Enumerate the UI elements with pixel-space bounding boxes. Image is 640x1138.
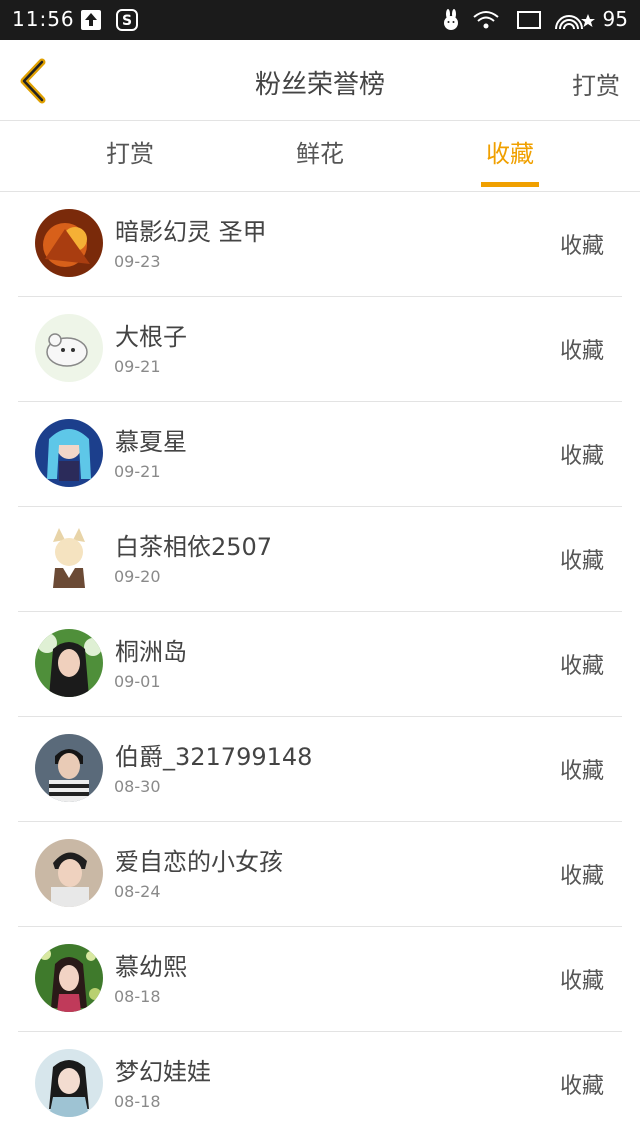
reward-button[interactable]: 打赏 — [572, 66, 620, 101]
tab-favorites[interactable]: 收藏 — [450, 121, 570, 191]
status-bar: 11:56 S 95 — [0, 0, 640, 40]
fan-name: 慕幼熙 — [115, 953, 187, 981]
active-tab-indicator — [481, 182, 539, 187]
fan-date: 09-01 — [114, 672, 161, 691]
list-item[interactable]: 暗影幻灵 圣甲 09-23 收藏 — [0, 192, 640, 297]
svg-text:S: S — [122, 13, 132, 29]
fan-date: 09-21 — [114, 357, 161, 376]
list-item[interactable]: 爱自恋的小女孩 08-24 收藏 — [0, 822, 640, 927]
avatar — [35, 314, 103, 382]
wifi-icon — [472, 9, 500, 31]
list-item[interactable]: 慕幼熙 08-18 收藏 — [0, 927, 640, 1032]
fan-name: 慕夏星 — [115, 428, 187, 456]
avatar — [35, 944, 103, 1012]
fan-name: 梦幻娃娃 — [115, 1058, 211, 1086]
fan-name: 爱自恋的小女孩 — [115, 848, 283, 876]
list-item[interactable]: 梦幻娃娃 08-18 收藏 — [0, 1032, 640, 1137]
favorite-label: 收藏 — [559, 234, 604, 259]
avatar — [35, 524, 103, 592]
tab-flowers[interactable]: 鲜花 — [260, 121, 380, 191]
tab-label: 打赏 — [106, 140, 154, 168]
fan-name: 桐洲岛 — [115, 638, 187, 666]
rabbit-icon — [440, 9, 462, 31]
avatar — [35, 839, 103, 907]
star-icon — [580, 9, 596, 31]
avatar — [35, 419, 103, 487]
favorite-label: 收藏 — [559, 969, 604, 994]
avatar — [35, 1049, 103, 1117]
tab-reward[interactable]: 打赏 — [70, 121, 190, 191]
tab-label: 收藏 — [486, 140, 534, 168]
tab-bar: 打赏 鲜花 收藏 — [0, 121, 640, 192]
fan-list: 暗影幻灵 圣甲 09-23 收藏 大根子 09-21 收藏 慕夏星 09-21 … — [0, 192, 640, 1137]
tab-label: 鲜花 — [296, 140, 344, 168]
favorite-label: 收藏 — [559, 654, 604, 679]
fan-name: 伯爵_321799148 — [115, 743, 313, 771]
avatar — [35, 629, 103, 697]
list-item[interactable]: 桐洲岛 09-01 收藏 — [0, 612, 640, 717]
avatar — [35, 209, 103, 277]
fan-date: 09-21 — [114, 462, 161, 481]
header: 粉丝荣誉榜 打赏 — [0, 40, 640, 121]
fan-name: 暗影幻灵 圣甲 — [115, 218, 267, 246]
fan-date: 08-30 — [114, 777, 161, 796]
favorite-label: 收藏 — [559, 444, 604, 469]
fan-date: 09-20 — [114, 567, 161, 586]
favorite-label: 收藏 — [559, 759, 604, 784]
favorite-label: 收藏 — [559, 549, 604, 574]
list-item[interactable]: 白茶相依2507 09-20 收藏 — [0, 507, 640, 612]
screen-icon — [516, 9, 542, 31]
list-item[interactable]: 伯爵_321799148 08-30 收藏 — [0, 717, 640, 822]
fan-date: 08-18 — [114, 987, 161, 1006]
status-time: 11:56 — [12, 7, 75, 31]
page-title: 粉丝荣誉榜 — [254, 70, 385, 100]
fan-name: 大根子 — [115, 323, 187, 351]
favorite-label: 收藏 — [559, 864, 604, 889]
favorite-label: 收藏 — [559, 339, 604, 364]
favorite-label: 收藏 — [559, 1074, 604, 1099]
upload-icon — [80, 9, 102, 31]
fan-name: 白茶相依2507 — [115, 533, 273, 561]
list-item[interactable]: 大根子 09-21 收藏 — [0, 297, 640, 402]
battery-level: 95 — [602, 7, 628, 31]
s-app-icon: S — [116, 9, 138, 31]
fan-date: 09-23 — [114, 252, 161, 271]
list-item[interactable]: 慕夏星 09-21 收藏 — [0, 402, 640, 507]
fan-date: 08-18 — [114, 1092, 161, 1111]
avatar — [35, 734, 103, 802]
fan-date: 08-24 — [114, 882, 161, 901]
